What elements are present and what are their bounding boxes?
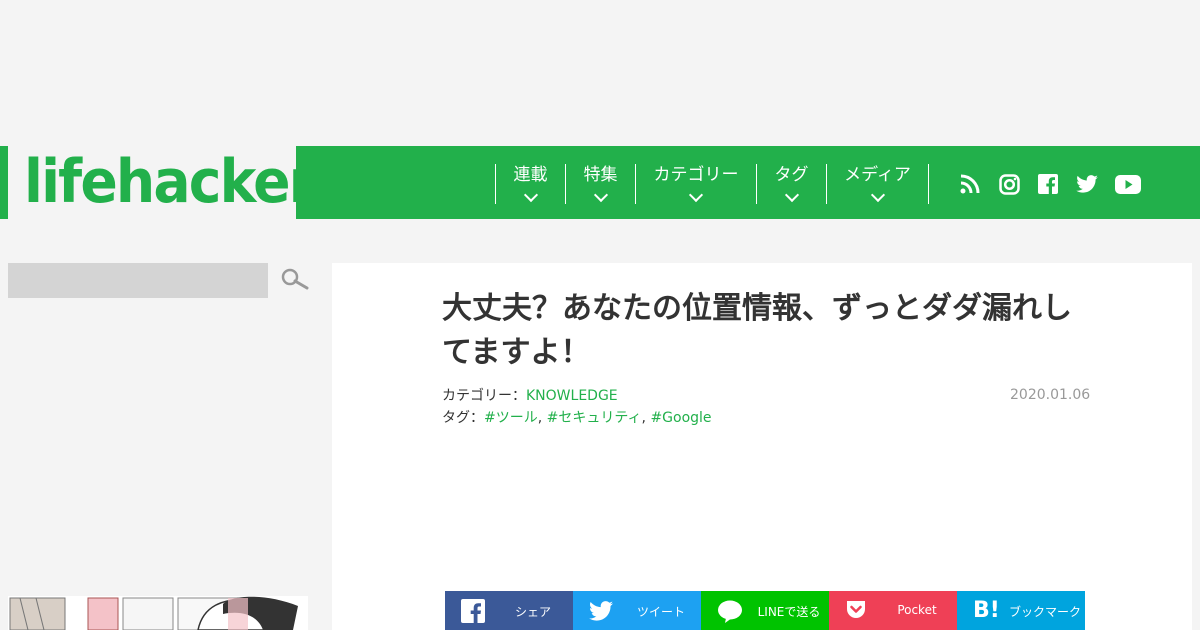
chevron-down-icon — [784, 187, 799, 203]
nav-item-label: カテゴリー — [653, 165, 739, 185]
nav-item-media[interactable]: メディア — [826, 164, 928, 204]
rss-icon[interactable] — [958, 172, 982, 196]
instagram-icon[interactable] — [997, 172, 1021, 196]
nav-item-label: タグ — [774, 165, 809, 185]
sidebar-ad-image[interactable] — [8, 596, 308, 630]
nav-item-tags[interactable]: タグ — [756, 164, 826, 204]
category-link[interactable]: KNOWLEDGE — [526, 388, 618, 404]
chevron-down-icon — [523, 187, 538, 203]
tag-link[interactable]: #ツール — [484, 410, 538, 426]
twitter-icon — [589, 599, 613, 623]
nav-divider — [928, 164, 929, 204]
line-icon — [717, 599, 742, 623]
nav-item-label: メディア — [844, 165, 911, 185]
category-label: カテゴリー： — [442, 388, 526, 404]
share-label: ツイート — [636, 605, 685, 619]
main-navbar: 連載 特集 カテゴリー タグ メディア — [296, 146, 1200, 219]
facebook-icon — [461, 599, 485, 623]
site-logo[interactable]: lifehacker — [24, 142, 316, 222]
share-facebook-button[interactable]: シェア — [445, 591, 573, 630]
nav-item-categories[interactable]: カテゴリー — [635, 164, 756, 204]
tag-link[interactable]: #Google — [650, 410, 711, 426]
chevron-down-icon — [593, 187, 608, 203]
article-title: 大丈夫？あなたの位置情報、ずっとダダ漏れしてますよ！ — [442, 291, 1072, 370]
hatena-bookmark-icon: B! — [973, 598, 1000, 623]
share-line-button[interactable]: LINEで送る — [701, 591, 829, 630]
search-input[interactable] — [8, 263, 268, 298]
search-icon — [281, 268, 309, 295]
nav-item-label: 連載 — [513, 165, 548, 185]
share-pocket-button[interactable]: Pocket — [829, 591, 957, 630]
share-label: シェア — [514, 605, 551, 619]
pocket-icon — [845, 599, 869, 623]
article-meta: カテゴリー：KNOWLEDGE タグ：#ツール, #セキュリティ, #Googl… — [442, 385, 712, 429]
share-label: Pocket — [897, 603, 937, 617]
share-hatena-button[interactable]: B! ブックマーク — [957, 591, 1085, 630]
article-card: 大丈夫？あなたの位置情報、ずっとダダ漏れしてますよ！ カテゴリー：KNOWLED… — [332, 263, 1192, 630]
share-bar: シェア ツイート LINEで送る Pocket B! ブックマーク — [445, 591, 1085, 630]
share-label: ブックマーク — [1008, 605, 1081, 619]
share-label: LINEで送る — [757, 605, 821, 619]
search-button[interactable] — [280, 268, 310, 294]
twitter-icon[interactable] — [1075, 172, 1099, 196]
youtube-icon[interactable] — [1114, 172, 1142, 196]
tags-row: タグ：#ツール, #セキュリティ, #Google — [442, 410, 712, 426]
nav-item-features[interactable]: 特集 — [565, 164, 635, 204]
nav-item-label: 特集 — [583, 165, 618, 185]
tag-link[interactable]: #セキュリティ — [547, 410, 642, 426]
article-date: 2020.01.06 — [1010, 387, 1091, 403]
share-twitter-button[interactable]: ツイート — [573, 591, 701, 630]
facebook-icon[interactable] — [1036, 172, 1060, 196]
nav-item-series[interactable]: 連載 — [495, 164, 565, 204]
chevron-down-icon — [688, 187, 704, 203]
category-row: カテゴリー：KNOWLEDGE — [442, 385, 712, 407]
logo-stripe — [0, 146, 8, 219]
chevron-down-icon — [870, 187, 885, 203]
tags-label: タグ： — [442, 410, 484, 426]
